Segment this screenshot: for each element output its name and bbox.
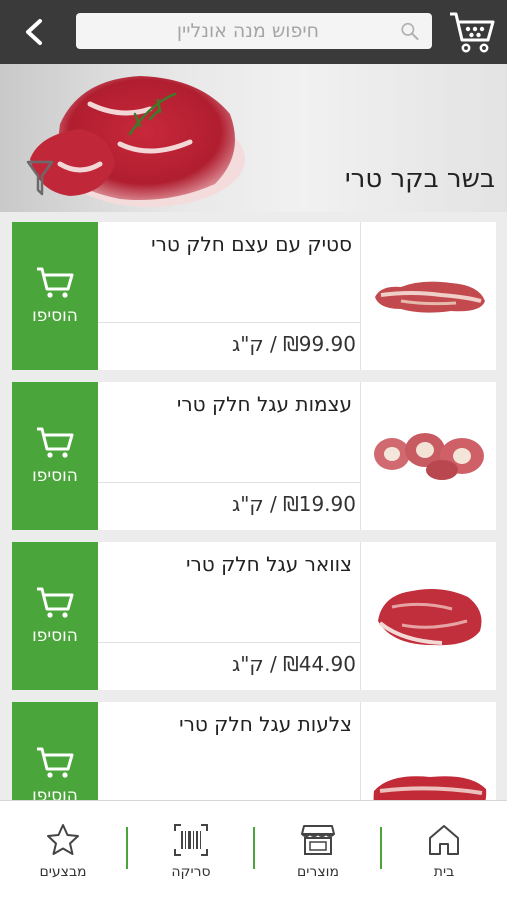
cart-icon[interactable] xyxy=(448,10,496,54)
back-button[interactable] xyxy=(14,12,54,52)
nav-item-products[interactable]: מוצרים xyxy=(255,801,381,900)
product-price: ₪99.90 / ק"ג xyxy=(231,332,356,356)
nav-item-deals[interactable]: מבצעים xyxy=(0,801,126,900)
product-image xyxy=(364,542,496,690)
divider xyxy=(98,322,360,323)
add-to-cart-button[interactable]: הוסיפו xyxy=(12,542,98,690)
bottom-nav: מבצעים סריקה מוצרים בית xyxy=(0,800,507,900)
product-card[interactable]: הוסיפו עצמות עגל חלק טרי ₪19.90 / ק"ג xyxy=(12,382,496,530)
product-price: ₪19.90 / ק"ג xyxy=(231,492,356,516)
divider xyxy=(360,222,361,370)
divider xyxy=(360,542,361,690)
product-image xyxy=(364,382,496,530)
home-icon xyxy=(429,825,459,855)
store-icon xyxy=(301,825,335,855)
divider xyxy=(360,702,361,800)
product-image xyxy=(364,702,496,800)
nav-label: מבצעים xyxy=(39,864,87,880)
star-icon xyxy=(47,824,79,855)
divider xyxy=(98,642,360,643)
add-label: הוסיפו xyxy=(32,306,78,326)
product-price: ₪44.90 / ק"ג xyxy=(231,652,356,676)
product-card[interactable]: הוסיפו צוואר עגל חלק טרי ₪44.90 / ק"ג xyxy=(12,542,496,690)
nav-label: סריקה xyxy=(171,864,211,880)
product-name: עצמות עגל חלק טרי xyxy=(176,392,352,416)
cart-icon xyxy=(37,427,74,458)
category-banner: בשר בקר טרי xyxy=(0,64,507,212)
product-card[interactable]: הוסיפו סטיק עם עצם חלק טרי ₪99.90 / ק"ג xyxy=(12,222,496,370)
divider xyxy=(98,482,360,483)
product-info: עצמות עגל חלק טרי ₪19.90 / ק"ג xyxy=(98,382,360,530)
add-label: הוסיפו xyxy=(32,626,78,646)
filter-icon[interactable] xyxy=(26,158,54,198)
product-name: סטיק עם עצם חלק טרי xyxy=(151,232,352,256)
nav-label: בית xyxy=(433,864,455,880)
nav-item-scan[interactable]: סריקה xyxy=(128,801,254,900)
product-info: צוואר עגל חלק טרי ₪44.90 / ק"ג xyxy=(98,542,360,690)
add-label: הוסיפו xyxy=(32,786,78,800)
nav-label: מוצרים xyxy=(297,864,339,880)
product-card[interactable]: הוסיפו צלעות עגל חלק טרי xyxy=(12,702,496,800)
divider xyxy=(360,382,361,530)
product-image xyxy=(364,222,496,370)
chevron-left-icon xyxy=(26,19,42,45)
top-bar xyxy=(0,0,507,64)
product-name: צוואר עגל חלק טרי xyxy=(186,552,352,576)
product-info: צלעות עגל חלק טרי xyxy=(98,702,360,800)
product-name: צלעות עגל חלק טרי xyxy=(179,712,352,736)
cart-icon xyxy=(37,747,74,778)
search-input[interactable] xyxy=(76,20,319,42)
add-to-cart-button[interactable]: הוסיפו xyxy=(12,702,98,800)
category-title: בשר בקר טרי xyxy=(344,164,495,194)
search-icon xyxy=(401,22,419,41)
search-box[interactable] xyxy=(76,13,432,49)
nav-item-home[interactable]: בית xyxy=(381,801,507,900)
barcode-icon xyxy=(174,824,208,856)
product-list: הוסיפו סטיק עם עצם חלק טרי ₪99.90 / ק"ג … xyxy=(12,222,496,800)
cart-icon xyxy=(37,267,74,298)
product-info: סטיק עם עצם חלק טרי ₪99.90 / ק"ג xyxy=(98,222,360,370)
add-label: הוסיפו xyxy=(32,466,78,486)
add-to-cart-button[interactable]: הוסיפו xyxy=(12,222,98,370)
cart-icon xyxy=(37,587,74,618)
add-to-cart-button[interactable]: הוסיפו xyxy=(12,382,98,530)
